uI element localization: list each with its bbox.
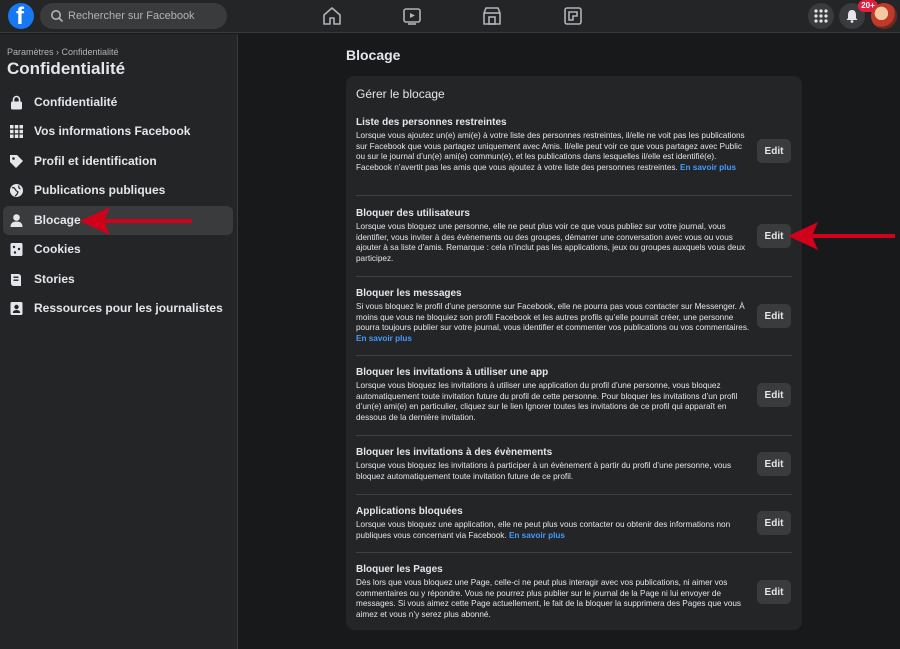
edit-restricted-list-button[interactable]: Edit	[757, 139, 791, 163]
globe-icon	[10, 184, 23, 197]
sidebar-item-publications[interactable]: Publications publiques	[3, 176, 233, 205]
breadcrumb[interactable]: Paramètres › Confidentialité	[7, 47, 119, 57]
watch-icon[interactable]	[401, 5, 423, 27]
cookie-icon	[10, 243, 23, 256]
sidebar-item-label: Stories	[34, 272, 75, 286]
learn-more-link[interactable]: En savoir plus	[509, 531, 565, 540]
learn-more-link[interactable]: En savoir plus	[680, 163, 736, 172]
card-title: Gérer le blocage	[356, 87, 445, 101]
edit-block-pages-button[interactable]: Edit	[757, 580, 791, 604]
section-description: Lorsque vous bloquez les invitations à p…	[356, 461, 732, 481]
divider	[356, 276, 792, 277]
blocking-card: Gérer le blocage Liste des personnes res…	[346, 76, 802, 630]
section-heading: Applications bloquées	[356, 506, 463, 517]
annotation-arrow-edit	[788, 222, 895, 250]
sidebar-item-label: Ressources pour les journalistes	[34, 301, 223, 315]
sidebar-item-vos-informations[interactable]: Vos informations Facebook	[3, 117, 233, 146]
bell-icon	[846, 10, 858, 23]
section-description: Lorsque vous bloquez une application, el…	[356, 520, 731, 540]
divider	[356, 355, 792, 356]
tag-icon	[10, 155, 23, 168]
section-restricted-list: Liste des personnes restreintes Lorsque …	[356, 117, 792, 173]
sidebar-title: Confidentialité	[7, 59, 126, 78]
section-heading: Bloquer les Pages	[356, 564, 443, 575]
home-icon[interactable]	[321, 5, 343, 27]
section-blocked-apps: Applications bloquées Lorsque vous bloqu…	[356, 506, 792, 541]
section-heading: Liste des personnes restreintes	[356, 117, 507, 128]
section-block-pages: Bloquer les Pages Dès lors que vous bloq…	[356, 564, 792, 620]
section-description: Lorsque vous bloquez une personne, elle …	[356, 222, 746, 263]
section-description: Dès lors que vous bloquez une Page, cell…	[356, 578, 742, 619]
search-bar[interactable]	[40, 3, 227, 29]
section-description: Lorsque vous bloquez les invitations à u…	[356, 381, 738, 422]
section-block-event-invites: Bloquer les invitations à des évènements…	[356, 447, 792, 482]
grid-icon	[10, 125, 23, 138]
search-input[interactable]	[68, 3, 223, 29]
sidebar-item-stories[interactable]: Stories	[3, 265, 233, 294]
top-bar: f 20+	[0, 0, 900, 33]
edit-block-event-invites-button[interactable]: Edit	[757, 452, 791, 476]
section-heading: Bloquer des utilisateurs	[356, 208, 470, 219]
edit-block-users-button[interactable]: Edit	[757, 224, 791, 248]
facebook-logo[interactable]: f	[8, 3, 34, 30]
edit-blocked-apps-button[interactable]: Edit	[757, 511, 791, 535]
sidebar-item-label: Cookies	[34, 242, 81, 256]
sidebar-item-cookies[interactable]: Cookies	[3, 235, 233, 264]
edit-block-app-invites-button[interactable]: Edit	[757, 383, 791, 407]
sidebar-item-confidentialite[interactable]: Confidentialité	[3, 88, 233, 117]
divider	[356, 494, 792, 495]
id-card-icon	[10, 302, 23, 315]
sidebar-item-label: Confidentialité	[34, 95, 118, 109]
sidebar-item-label: Vos informations Facebook	[34, 124, 191, 138]
annotation-arrow-sidebar	[80, 207, 192, 235]
sidebar-item-label: Profil et identification	[34, 154, 157, 168]
section-block-app-invites: Bloquer les invitations à utiliser une a…	[356, 367, 792, 423]
page-title: Blocage	[346, 47, 401, 63]
edit-block-messages-button[interactable]: Edit	[757, 304, 791, 328]
section-heading: Bloquer les invitations à des évènements	[356, 447, 553, 458]
divider	[356, 195, 792, 196]
section-block-users: Bloquer des utilisateurs Lorsque vous bl…	[356, 208, 792, 264]
sidebar-item-profil[interactable]: Profil et identification	[3, 147, 233, 176]
sidebar-item-label: Blocage	[34, 213, 81, 227]
sidebar-item-journalistes[interactable]: Ressources pour les journalistes	[3, 294, 233, 323]
section-description: Lorsque vous ajoutez un(e) ami(e) à votr…	[356, 131, 745, 172]
lock-icon	[11, 95, 22, 110]
section-heading: Bloquer les messages	[356, 288, 462, 299]
section-block-messages: Bloquer les messages Si vous bloquez le …	[356, 288, 792, 344]
menu-grid-icon	[814, 9, 828, 23]
person-icon	[10, 214, 23, 227]
gaming-icon[interactable]	[562, 5, 584, 27]
section-description: Si vous bloquez le profil d’une personne…	[356, 302, 750, 343]
book-icon	[11, 274, 21, 286]
marketplace-icon[interactable]	[481, 5, 503, 27]
sidebar-item-label: Publications publiques	[34, 183, 166, 197]
settings-sidebar: Paramètres › Confidentialité Confidentia…	[0, 34, 238, 649]
divider	[356, 552, 792, 553]
learn-more-link[interactable]: En savoir plus	[356, 334, 412, 343]
avatar[interactable]	[871, 3, 897, 29]
divider	[356, 435, 792, 436]
menu-button[interactable]	[808, 3, 834, 29]
section-heading: Bloquer les invitations à utiliser une a…	[356, 367, 549, 378]
search-icon	[51, 10, 64, 23]
